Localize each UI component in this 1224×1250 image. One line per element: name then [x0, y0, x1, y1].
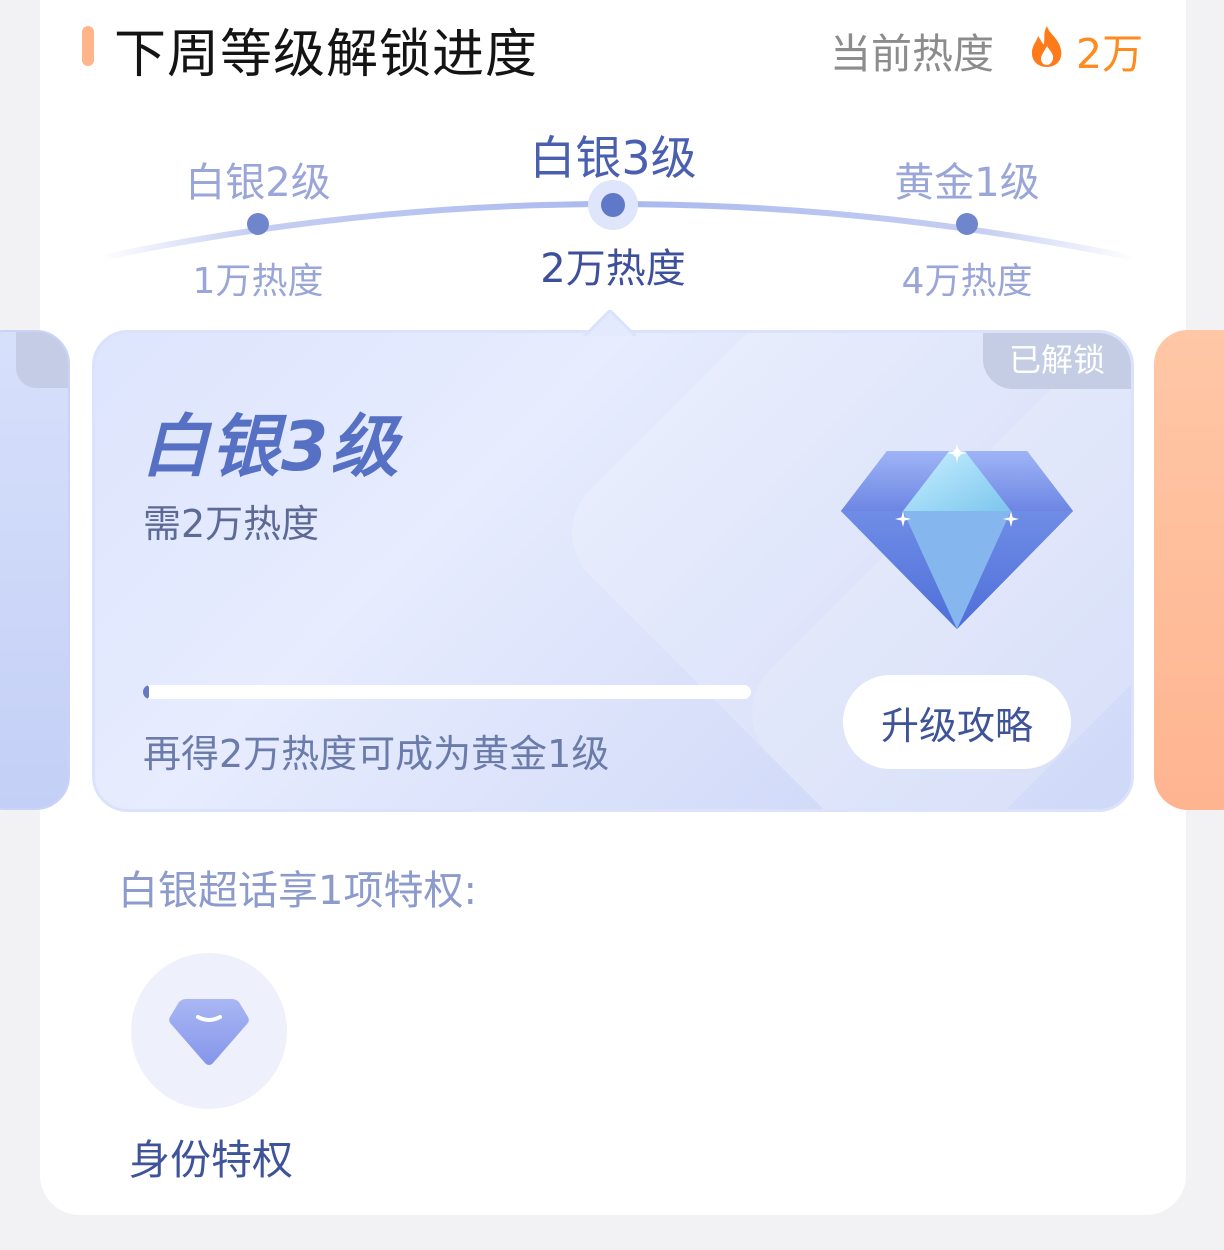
level-heat-silver-3: 2万热度 [540, 246, 686, 292]
level-dot-2 [601, 193, 625, 217]
level-name-silver-2[interactable]: 白银2级 [185, 150, 330, 208]
progress-hint-text: 再得2万热度可成为黄金1级 [143, 732, 610, 776]
unlocked-badge: 已解锁 [983, 333, 1131, 389]
diamond-icon [841, 443, 1073, 629]
card-pointer [578, 310, 636, 336]
level-heat-silver-2: 1万热度 [192, 261, 324, 302]
identity-diamond-icon [169, 999, 249, 1065]
level-name-silver-3[interactable]: 白银3级 [529, 122, 696, 188]
level-dot-3 [956, 213, 978, 235]
heat-progress-bar [143, 685, 751, 699]
privileges-title: 白银超话享1项特权: [118, 868, 477, 914]
upgrade-guide-button[interactable]: 升级攻略 [843, 675, 1071, 769]
heat-progress-fill [143, 685, 150, 699]
card-level-name: 白银3级 [141, 408, 401, 487]
level-dot-1 [247, 213, 269, 235]
previous-level-card[interactable] [0, 330, 70, 810]
privilege-label-identity: 身份特权 [129, 1136, 293, 1184]
level-heat-gold-1: 4万热度 [901, 261, 1033, 302]
next-level-card[interactable] [1154, 330, 1224, 810]
current-level-card: 已解锁 白银3级 需2万热度 再得2万热度可成为黄金1级 升级攻略 [92, 330, 1134, 812]
privilege-item-identity[interactable] [131, 953, 287, 1109]
level-name-gold-1[interactable]: 黄金1级 [894, 150, 1039, 208]
card-requirement: 需2万热度 [143, 502, 320, 546]
